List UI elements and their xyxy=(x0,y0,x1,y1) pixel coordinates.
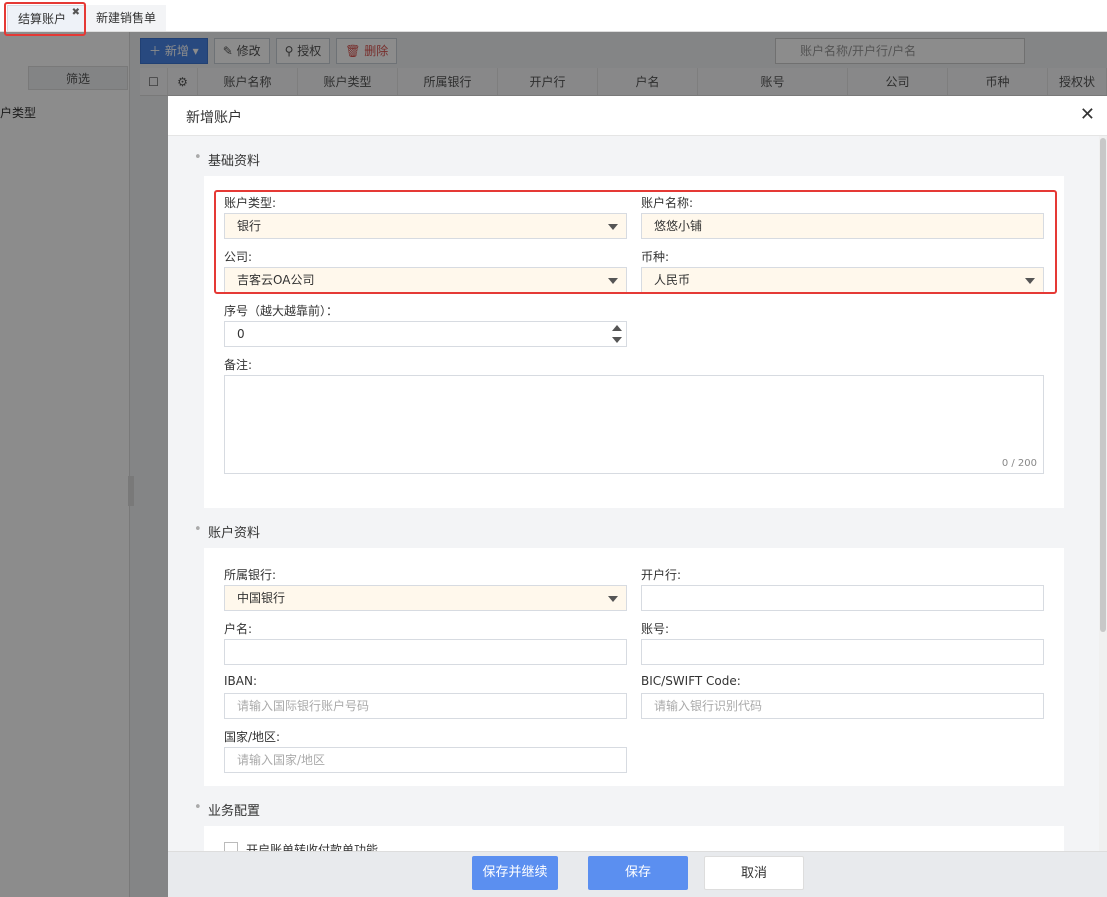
close-icon[interactable]: ✕ xyxy=(1080,104,1095,125)
holder-input[interactable] xyxy=(224,639,627,665)
account-name-input[interactable]: 悠悠小铺 xyxy=(641,213,1044,239)
country-label: 国家/地区: xyxy=(224,730,281,744)
account-type-label: 账户类型: xyxy=(224,196,277,210)
remark-label: 备注: xyxy=(224,358,253,372)
account-name-label: 账户名称: xyxy=(641,196,694,210)
remark-textarea[interactable]: 0 / 200 xyxy=(224,375,1044,474)
bank-select[interactable]: 中国银行 xyxy=(224,585,627,611)
cancel-button[interactable]: 取消 xyxy=(704,856,804,890)
dialog-title: 新增账户 xyxy=(186,110,242,126)
tab-label: 新建销售单 xyxy=(96,11,157,25)
chevron-down-icon xyxy=(608,278,618,284)
chevron-down-icon xyxy=(608,596,618,602)
country-input[interactable]: 请输入国家/地区 xyxy=(224,747,627,773)
currency-select[interactable]: 人民币 xyxy=(641,267,1044,293)
dialog-footer: 保存并继续 保存 取消 xyxy=(168,851,1107,897)
bill-convert-label: 开启账单转收付款单功能 xyxy=(246,843,379,851)
account-no-label: 账号: xyxy=(641,622,670,636)
swift-label: BIC/SWIFT Code: xyxy=(641,674,741,688)
chevron-down-icon xyxy=(1025,278,1035,284)
new-account-dialog: 新增账户 ✕ 基础资料 账户类型: 银行 账户名称: 悠悠小铺 公司: 吉客云O… xyxy=(168,96,1107,897)
currency-label: 币种: xyxy=(641,250,670,264)
section-business-title: 业务配置 xyxy=(194,800,260,819)
iban-input[interactable]: 请输入国际银行账户号码 xyxy=(224,693,627,719)
company-label: 公司: xyxy=(224,250,253,264)
chevron-down-icon xyxy=(608,224,618,230)
close-icon[interactable]: ✖ xyxy=(72,0,80,26)
branch-input[interactable] xyxy=(641,585,1044,611)
save-button[interactable]: 保存 xyxy=(588,856,688,890)
stepper-arrows-icon[interactable] xyxy=(612,325,622,343)
iban-label: IBAN: xyxy=(224,674,257,688)
char-counter: 0 / 200 xyxy=(1001,458,1037,469)
company-select[interactable]: 吉客云OA公司 xyxy=(224,267,627,293)
tab-label: 结算账户 xyxy=(18,12,67,26)
scrollbar-thumb[interactable] xyxy=(1100,138,1106,632)
branch-label: 开户行: xyxy=(641,568,682,582)
account-no-input[interactable] xyxy=(641,639,1044,665)
section-basic-title: 基础资料 xyxy=(194,150,260,169)
save-continue-button[interactable]: 保存并继续 xyxy=(472,856,558,890)
tab-bar: 结算账户 ✖ 新建销售单 xyxy=(0,0,1107,32)
tab-new-sales-order[interactable]: 新建销售单 xyxy=(86,5,167,31)
sequence-stepper[interactable]: 0 xyxy=(224,321,627,347)
holder-label: 户名: xyxy=(224,622,253,636)
dialog-header: 新增账户 ✕ xyxy=(168,96,1107,136)
account-info-card: 所属银行: 中国银行 开户行: 户名: 账号: IBAN: 请输入国际银行账户号… xyxy=(204,548,1064,786)
swift-input[interactable]: 请输入银行识别代码 xyxy=(641,693,1044,719)
account-type-select[interactable]: 银行 xyxy=(224,213,627,239)
tab-settlement-account[interactable]: 结算账户 ✖ xyxy=(7,5,85,31)
sequence-label: 序号（越大越靠前）： xyxy=(224,304,339,318)
dialog-scrollbar[interactable] xyxy=(1099,136,1107,851)
basic-info-card: 账户类型: 银行 账户名称: 悠悠小铺 公司: 吉客云OA公司 币种: 人民币 … xyxy=(204,176,1064,508)
business-config-card: 开启账单转收付款单功能 xyxy=(204,826,1064,851)
bank-label: 所属银行: xyxy=(224,568,277,582)
section-account-title: 账户资料 xyxy=(194,522,260,541)
bill-convert-checkbox[interactable] xyxy=(224,842,238,851)
